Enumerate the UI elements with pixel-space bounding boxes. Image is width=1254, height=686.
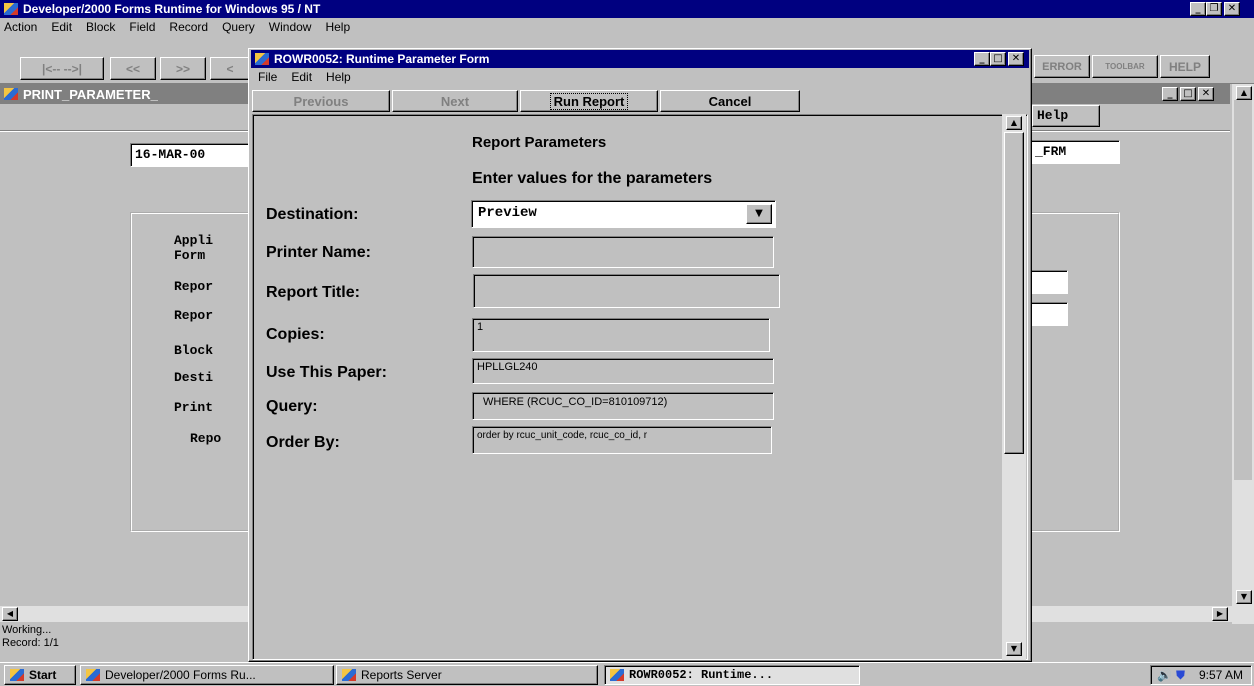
reports-icon [254, 52, 270, 66]
form-icon [3, 87, 19, 101]
next-button[interactable]: Next [392, 90, 518, 112]
rowr-task-icon [609, 668, 625, 682]
bg-label-appli: Appli [174, 233, 214, 248]
use-this-paper-field[interactable]: HPLLGL240 [472, 358, 774, 384]
bg-right-field[interactable]: _FRM [1030, 140, 1120, 164]
dialog-title-bar[interactable]: ROWR0052: Runtime Parameter Form [251, 50, 1029, 68]
dialog-scroll-thumb[interactable] [1004, 132, 1024, 454]
forms-task-icon [85, 668, 101, 682]
app-title: Developer/2000 Forms Runtime for Windows… [23, 2, 321, 16]
bg-help-button[interactable]: Help [1032, 105, 1100, 127]
order-by-field[interactable]: order by rcuc_unit_code, rcuc_co_id, r [472, 426, 772, 454]
toolbar-next-block-button[interactable]: >> [160, 57, 206, 80]
reports-server-icon [341, 668, 357, 682]
dialog-maximize-button[interactable]: □ [990, 52, 1006, 66]
query-field[interactable]: WHERE (RCUC_CO_ID=810109712) [472, 392, 774, 420]
toolbar-error-button[interactable]: ERROR [1034, 55, 1090, 78]
start-button[interactable]: Start [4, 665, 76, 685]
report-title-label: Report Title: [266, 284, 360, 301]
destination-dropdown-button[interactable]: ▼ [746, 204, 772, 224]
report-parameters-heading: Report Parameters [472, 134, 607, 151]
bg-label-block: Block [174, 343, 214, 358]
dialog-scroll-up-button[interactable]: ▲ [1006, 116, 1022, 130]
use-this-paper-label: Use This Paper: [266, 364, 387, 381]
clock: 9:57 AM [1198, 668, 1243, 682]
bg-label-repor-2: Repor [174, 308, 214, 323]
toolbar-prev-block-button[interactable]: << [110, 57, 156, 80]
dialog-scroll-down-button[interactable]: ▼ [1006, 642, 1022, 656]
bg-form-close-button[interactable]: ✕ [1198, 87, 1214, 101]
dialog-menu-edit[interactable]: Edit [291, 70, 312, 84]
volume-icon[interactable]: 🔊 [1157, 668, 1172, 682]
toolbar-prev-record-button[interactable]: < [210, 57, 250, 80]
bg-form-restore-button[interactable]: □ [1180, 87, 1196, 101]
copies-field[interactable]: 1 [472, 318, 770, 352]
app-restore-button[interactable]: ❐ [1206, 2, 1222, 16]
menu-edit[interactable]: Edit [51, 20, 72, 36]
dialog-menu-bar: File Edit Help [258, 70, 365, 84]
toolbar-toolbar-button[interactable]: TOOLBAR [1092, 55, 1158, 78]
toolbar-help-button[interactable]: HELP [1160, 55, 1210, 78]
order-by-label: Order By: [266, 434, 340, 451]
bg-scroll-right-button[interactable]: ▶ [1212, 607, 1228, 621]
shield-icon[interactable]: ⛊ [1176, 668, 1185, 683]
menu-window[interactable]: Window [269, 20, 312, 36]
dialog-content-panel [252, 114, 1028, 660]
taskbar-reports-server[interactable]: Reports Server [336, 665, 598, 685]
app-close-button[interactable]: ✕ [1224, 2, 1240, 16]
bg-scroll-down-button[interactable]: ▼ [1236, 590, 1252, 604]
dialog-menu-help[interactable]: Help [326, 70, 351, 84]
bg-label-repor-1: Repor [174, 279, 214, 294]
app-menu-bar: Action Edit Block Field Record Query Win… [4, 20, 364, 36]
windows-logo-icon [9, 668, 25, 682]
bg-label-repo: Repo [190, 431, 222, 446]
copies-label: Copies: [266, 326, 325, 343]
bg-field-repor-1[interactable] [1030, 270, 1068, 294]
bg-form-minimize-button[interactable]: _ [1162, 87, 1178, 101]
destination-label: Destination: [266, 206, 359, 223]
forms-app-icon [3, 2, 19, 16]
menu-help[interactable]: Help [325, 20, 350, 36]
bg-label-print: Print [174, 400, 214, 415]
destination-select[interactable]: Preview [471, 200, 776, 228]
bg-scroll-thumb[interactable] [1234, 100, 1252, 480]
bg-scroll-up-button[interactable]: ▲ [1236, 86, 1252, 100]
system-tray: 🔊 ⛊ 9:57 AM [1150, 665, 1252, 685]
bg-form-title: PRINT_PARAMETER_ [23, 86, 158, 102]
report-title-field[interactable] [473, 274, 780, 308]
enter-values-subheading: Enter values for the parameters [472, 170, 713, 187]
bg-field-repor-2[interactable] [1030, 302, 1068, 326]
app-minimize-button[interactable]: _ [1190, 2, 1206, 16]
status-line-2: Record: 1/1 [2, 637, 59, 649]
menu-block[interactable]: Block [86, 20, 115, 36]
dialog-title: ROWR0052: Runtime Parameter Form [274, 52, 490, 66]
status-line-1: Working... [2, 624, 52, 636]
run-report-button[interactable]: Run Report [520, 90, 658, 112]
toolbar-first-last-button[interactable]: |<-- -->| [20, 57, 104, 80]
menu-field[interactable]: Field [129, 20, 155, 36]
menu-action[interactable]: Action [4, 20, 37, 36]
taskbar-forms-runtime[interactable]: Developer/2000 Forms Ru... [80, 665, 334, 685]
previous-button[interactable]: Previous [252, 90, 390, 112]
dialog-minimize-button[interactable]: _ [974, 52, 990, 66]
bg-scroll-left-button[interactable]: ◀ [2, 607, 18, 621]
dialog-close-button[interactable]: ✕ [1008, 52, 1024, 66]
menu-query[interactable]: Query [222, 20, 255, 36]
menu-record[interactable]: Record [169, 20, 208, 36]
cancel-button[interactable]: Cancel [660, 90, 800, 112]
app-title-bar[interactable]: Developer/2000 Forms Runtime for Windows… [0, 0, 1254, 18]
printer-name-field[interactable] [472, 236, 774, 268]
bg-date-field[interactable]: 16-MAR-00 [130, 143, 260, 167]
query-label: Query: [266, 398, 318, 415]
bg-label-desti: Desti [174, 370, 214, 385]
taskbar-rowr0052[interactable]: ROWR0052: Runtime... [604, 665, 860, 685]
bg-label-form: Form [174, 248, 206, 263]
printer-name-label: Printer Name: [266, 244, 371, 261]
dialog-menu-file[interactable]: File [258, 70, 277, 84]
